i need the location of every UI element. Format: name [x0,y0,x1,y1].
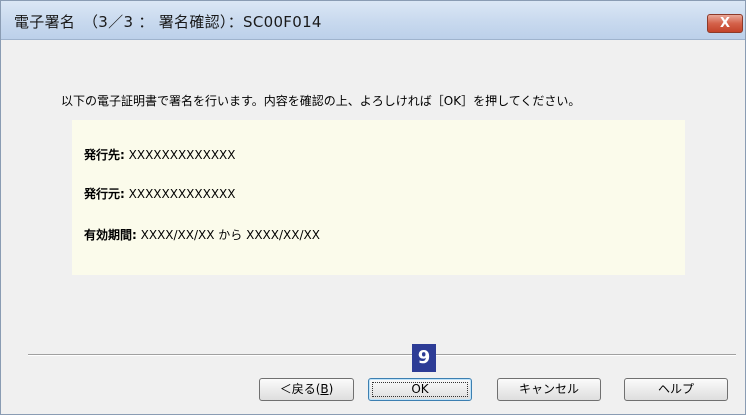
help-button[interactable]: ヘルプ [624,378,728,401]
issued-to-row: 発行先: XXXXXXXXXXXXX [84,146,236,163]
issued-to-value: XXXXXXXXXXXXX [124,148,236,162]
close-button[interactable]: X [707,14,743,33]
title-bar[interactable]: 電子署名 （3／3 ： 署名確認）：SC00F014 X [1,1,745,40]
certificate-info-panel: 発行先: XXXXXXXXXXXXX 発行元: XXXXXXXXXXXXX 有効… [72,120,685,275]
close-icon: X [719,16,731,31]
validity-row: 有効期間: XXXX/XX/XX から XXXX/XX/XX [84,226,320,243]
validity-label: 有効期間: [84,228,137,242]
cancel-button[interactable]: キャンセル [497,378,601,401]
ok-button[interactable]: OK [368,378,472,401]
focus-rectangle [372,382,468,397]
button-separator [28,354,736,356]
back-button-prefix: ＜戻る( [279,382,321,396]
issued-by-row: 発行元: XXXXXXXXXXXXX [84,185,236,202]
window-title: 電子署名 （3／3 ： 署名確認）：SC00F014 [14,13,322,31]
help-button-label: ヘルプ [657,382,694,396]
issued-by-label: 発行元: [84,187,125,201]
back-button[interactable]: ＜戻る(B) [259,378,354,401]
step-number-badge: 9 [412,344,436,372]
validity-value: XXXX/XX/XX から XXXX/XX/XX [136,228,320,242]
instruction-message: 以下の電子証明書で署名を行います。内容を確認の上、よろしければ［OK］を押してく… [61,94,581,108]
issued-to-label: 発行先: [84,148,125,162]
dialog-body: 以下の電子証明書で署名を行います。内容を確認の上、よろしければ［OK］を押してく… [9,40,737,413]
back-button-suffix: ) [328,382,334,396]
dialog-window: 電子署名 （3／3 ： 署名確認）：SC00F014 X 以下の電子証明書で署名… [0,0,746,415]
cancel-button-label: キャンセル [518,382,579,396]
back-button-accesskey: B [320,382,329,396]
issued-by-value: XXXXXXXXXXXXX [124,187,236,201]
